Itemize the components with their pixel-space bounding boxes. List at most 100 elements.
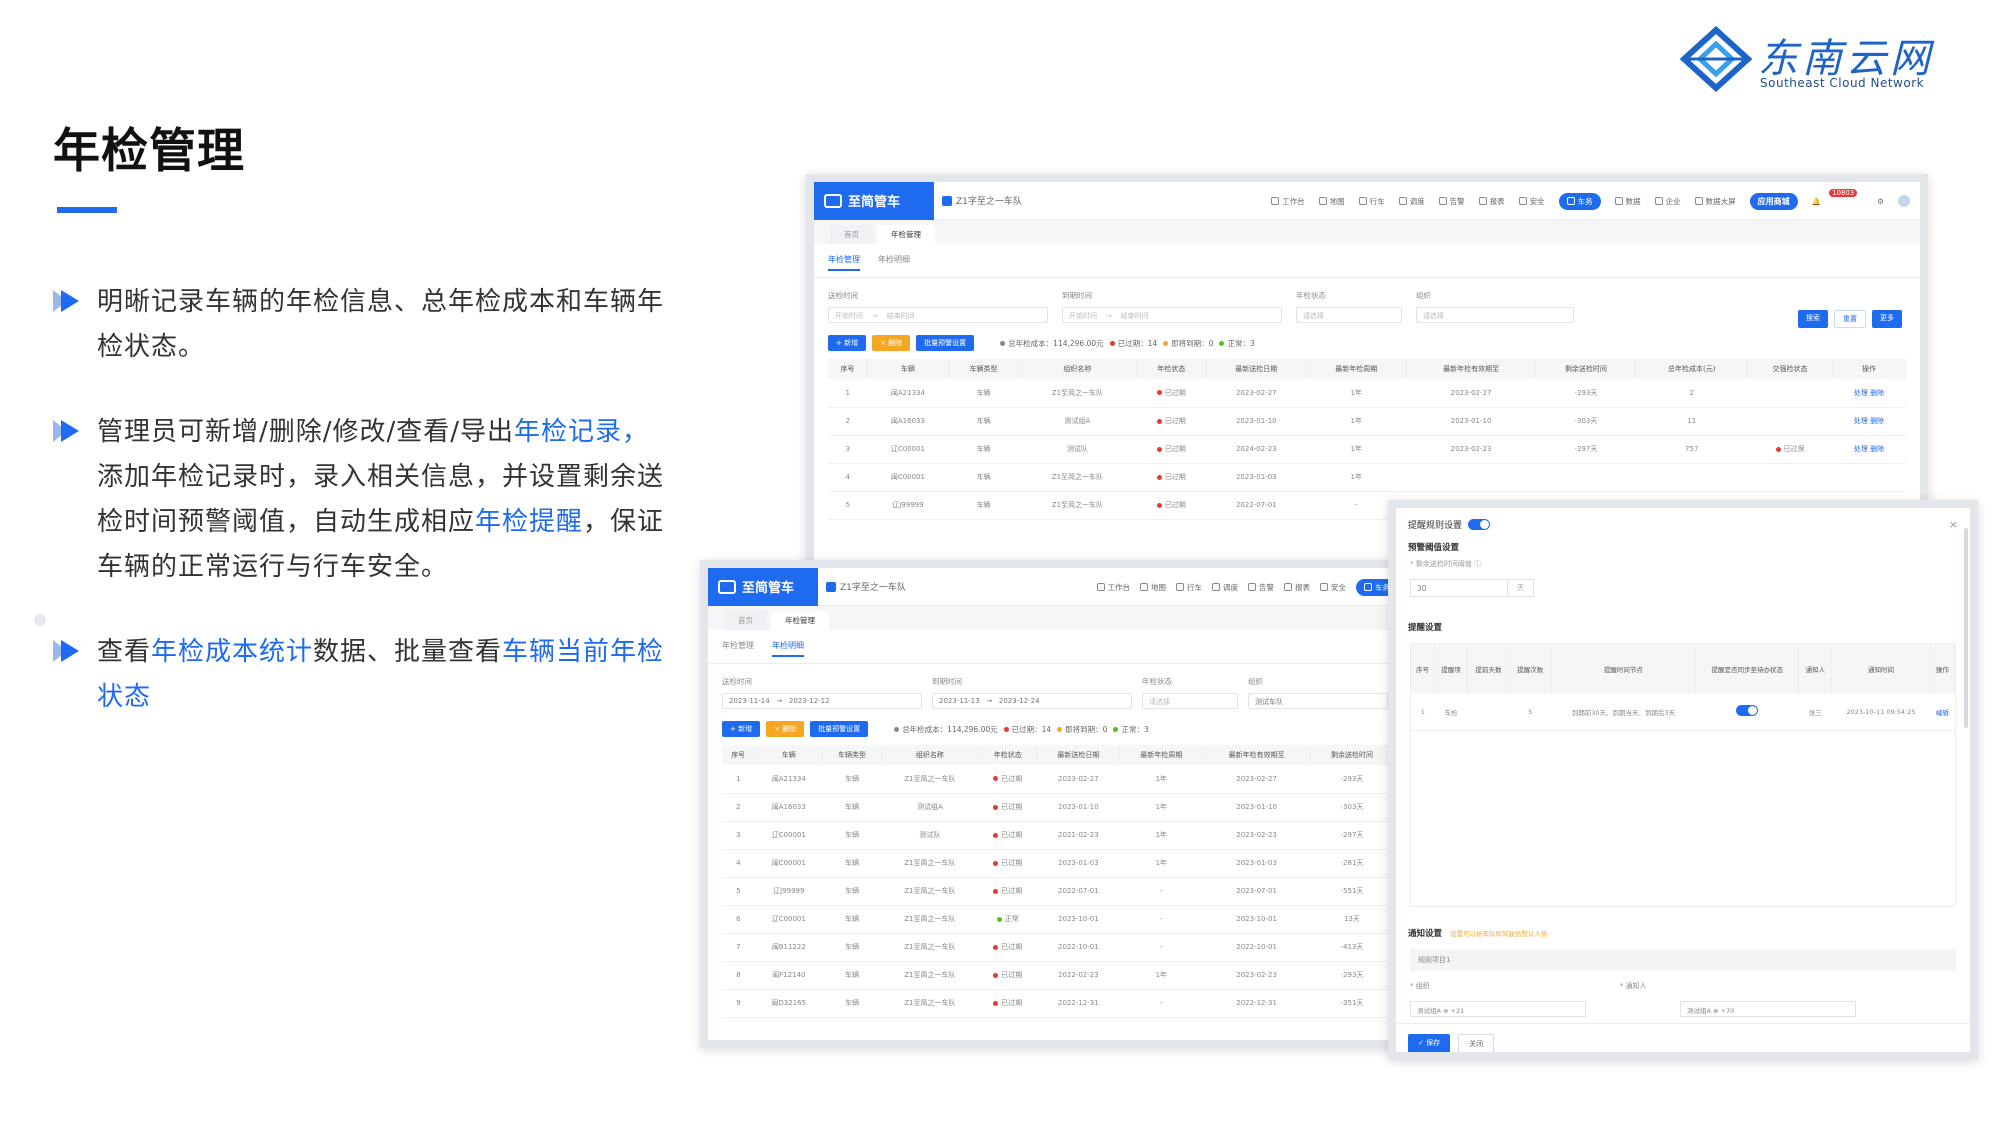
nav-alarm[interactable]: 告警 [1248,582,1274,593]
table-row[interactable]: 7 闽B11222 车辆 Z1至简之一车队 已过期 2022-10-01-2022-10-… [722,933,1394,962]
row-actions[interactable]: 处理 删除 [1832,379,1906,408]
add-button[interactable]: + 新增 [828,335,867,351]
column-header[interactable]: 年检状态 [1136,359,1207,379]
more-button[interactable]: 更多 [1872,310,1902,328]
nav-alarm[interactable]: 告警 [1438,196,1465,207]
status-select[interactable]: 请选择 [1296,307,1402,323]
tab-inspection-management[interactable]: 年检管理 [722,640,754,657]
nav-map[interactable]: 地图 [1318,196,1345,207]
column-header[interactable]: 最新送检日期 [1036,745,1121,765]
batch-warning-button[interactable]: 批量预警设置 [916,335,975,351]
table-row[interactable]: 8 闽F12140 车辆 Z1至简之一车队 已过期 2022-02-23 1年 2023-02… [722,961,1394,990]
table-row[interactable]: 2 闽A16033 车辆 测试组A 已过期 2023-01-10 1年 2023-01-10-… [722,793,1394,822]
column-header[interactable]: 总年检成本(元) [1635,359,1749,379]
close-icon[interactable]: × [1949,518,1958,531]
page-tab-home[interactable]: 首页 [830,225,873,244]
modal-scrollbar[interactable] [1964,528,1968,728]
search-button[interactable]: 搜索 [1798,310,1828,328]
org-multi-select[interactable]: 测试组A ⊗ +21 [1410,1001,1586,1017]
send-time-range-input[interactable]: 开始时间 → 结束时间 [828,307,1048,323]
nav-safety[interactable]: 安全 [1518,196,1545,207]
nav-data[interactable]: 数据 [1614,196,1641,207]
column-header[interactable]: 序号 [722,745,756,765]
save-button[interactable]: ✓ 保存 [1408,1034,1451,1052]
nav-dispatch[interactable]: 调度 [1398,196,1425,207]
column-header[interactable]: 最新年检有效期至 [1202,745,1311,765]
rule-item-bar[interactable]: 规则项目1 [1410,949,1956,971]
column-header[interactable]: 组织名称 [881,745,980,765]
table-row[interactable]: 9 闽D32165 车辆 Z1至简之一车队 已过期 2022-12-31-2022-12-… [722,989,1394,1018]
column-header[interactable]: 车辆 [754,745,824,765]
column-header[interactable]: 组织名称 [1018,359,1137,379]
notifier-multi-select[interactable]: 测试组A ⊗ +70 [1680,1001,1856,1017]
column-header[interactable]: 最新送检日期 [1206,359,1307,379]
team-selector[interactable]: Z1字至之一车队 [826,580,906,593]
column-header[interactable]: 车辆类型 [822,745,882,765]
rule-enable-toggle[interactable] [1468,519,1491,530]
avatar[interactable] [1898,195,1910,207]
page-tab-inspection[interactable]: 年检管理 [877,225,935,244]
bell-icon[interactable]: 🔔 [1812,197,1821,206]
page-tab-home[interactable]: 首页 [724,611,767,630]
settings-icon[interactable]: ⚙ [1877,197,1884,206]
nav-driving[interactable]: 行车 [1176,582,1202,593]
table-row[interactable]: 3 辽C00001 车辆 测试队 已过期 2024-02-23 1年 2023-02-23 -2… [828,435,1906,464]
cancel-button[interactable]: 关闭 [1458,1034,1495,1052]
add-button[interactable]: + 新增 [722,721,761,737]
app-brand[interactable]: 至简管车 [708,568,818,606]
table-row[interactable]: 6 辽C00001 车辆 Z1至简之一车队 正常 2023-10-01-2023-10-0… [722,905,1394,934]
column-header[interactable]: 剩余送检时间 [1310,745,1395,765]
table-row[interactable]: 1 车检 5 到期前30天、到期当天、到期后3天 张三 2023-10-11 09:54:… [1411,694,1955,731]
nav-dispatch[interactable]: 调度 [1212,582,1238,593]
nav-workbench[interactable]: 工作台 [1271,196,1305,207]
table-row[interactable]: 3 辽C00001 车辆 测试队 已过期 2021-02-23 1年 2023-02-23 -2… [722,821,1394,850]
team-selector[interactable]: Z1字至之一车队 [942,194,1022,207]
nav-driving[interactable]: 行车 [1358,196,1385,207]
sync-todo-toggle[interactable] [1736,705,1759,717]
nav-enterprise[interactable]: 企业 [1654,196,1681,207]
column-header[interactable]: 剩余送检时间 [1535,359,1637,379]
due-time-range-input[interactable]: 开始时间 → 结束时间 [1062,307,1282,323]
table-row[interactable]: 4 闽C00001 车辆 Z1至简之一车队 已过期 2023-01-03 1年 2023-01… [722,849,1394,878]
delete-button[interactable]: × 删除 [872,335,911,351]
nav-report[interactable]: 报表 [1284,582,1310,593]
batch-warning-button[interactable]: 批量预警设置 [810,721,869,737]
column-header[interactable]: 年检状态 [978,745,1038,765]
column-header[interactable]: 最新年检有效期至 [1406,359,1537,379]
column-header[interactable]: 序号 [828,359,868,379]
table-row[interactable]: 1 闽A21334 车辆 Z1至简之一车队 已过期 2023-02-27 1年 2023-02… [828,379,1906,408]
org-select[interactable]: 测试车队 [1248,693,1388,709]
column-header[interactable]: 操作 [1832,359,1906,379]
row-actions[interactable] [1832,463,1906,492]
reset-button[interactable]: 重置 [1834,310,1866,328]
column-header[interactable]: 车辆 [867,359,949,379]
row-actions[interactable]: 处理 删除 [1832,435,1906,464]
row-actions[interactable]: 处理 删除 [1832,407,1906,436]
page-tab-inspection[interactable]: 年检管理 [771,611,829,630]
table-row[interactable]: 4 闽C00001 车辆 Z1至简之一车队 已过期 2023-01-03 1年 [828,463,1906,492]
threshold-input[interactable]: 30 天 [1410,579,1534,597]
app-brand[interactable]: 至简管车 [814,182,934,220]
column-header[interactable]: 最新年检周期 [1119,745,1204,765]
column-header[interactable]: 车辆类型 [948,359,1020,379]
table-row[interactable]: 5 辽J99999 车辆 Z1至简之一车队 已过期 2022-07-01-2023-07-… [722,877,1394,906]
nav-dashboard[interactable]: 数据大屏 [1694,196,1736,207]
table-row[interactable]: 1 闽A21334 车辆 Z1至简之一车队 已过期 2023-02-27 1年 2023-02… [722,765,1394,794]
tab-inspection-management[interactable]: 年检管理 [828,254,860,271]
column-header[interactable]: 交强险状态 [1747,359,1834,379]
edit-link[interactable]: 编辑 [1930,694,1955,731]
delete-button[interactable]: × 删除 [766,721,805,737]
nav-map[interactable]: 地图 [1140,582,1166,593]
tab-inspection-detail[interactable]: 年检明细 [878,254,910,271]
nav-workbench[interactable]: 工作台 [1096,582,1130,593]
due-time-range-input[interactable]: 2023-11-13 → 2023-12-24 [932,693,1132,709]
org-select[interactable]: 请选择 [1416,307,1574,323]
app-store-button[interactable]: 应用商城 [1749,192,1798,210]
column-header[interactable]: 最新年检周期 [1306,359,1407,379]
tab-inspection-detail[interactable]: 年检明细 [772,640,804,657]
table-row[interactable]: 2 闽A16033 车辆 测试组A 已过期 2023-01-10 1年 2023-01-10-… [828,407,1906,436]
nav-safety[interactable]: 安全 [1320,582,1346,593]
send-time-range-input[interactable]: 2023-11-14 → 2023-12-12 [722,693,922,709]
status-select[interactable]: 请选择 [1142,693,1238,709]
nav-vehicle-affairs[interactable]: 车务 [1558,192,1601,210]
